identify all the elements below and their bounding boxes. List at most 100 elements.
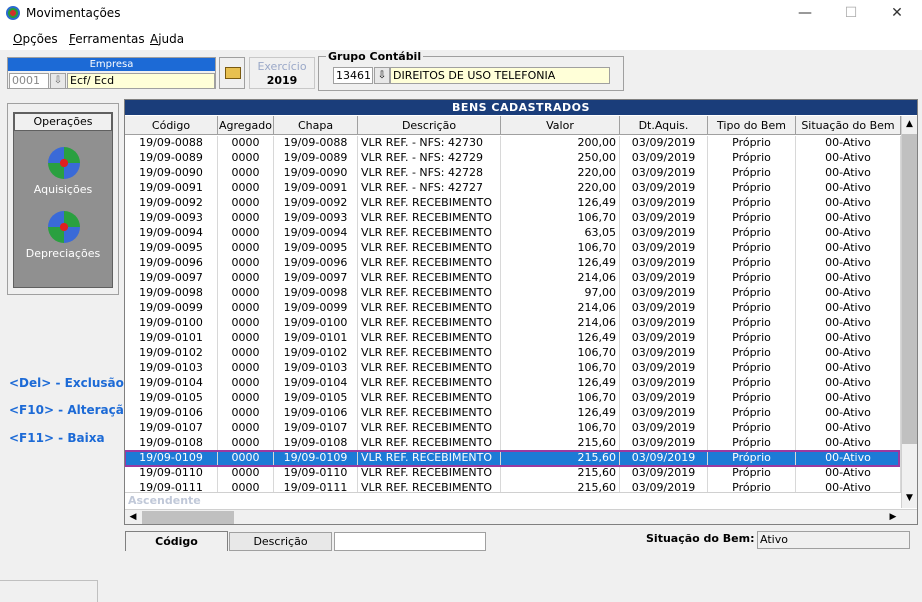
cell-dt-aquis: 03/09/2019 [620,136,708,151]
table-row[interactable]: 19/09-0102 0000 19/09-0102 VLR REF. RECEBIM… [125,346,901,361]
empresa-group: Empresa 0001 ⇩ Ecf/ Ecd [7,57,216,89]
empresa-dropdown-icon[interactable]: ⇩ [50,73,66,89]
table-row[interactable]: 19/09-0095 0000 19/09-0095 VLR REF. RECEBIM… [125,241,901,256]
grupo-dropdown-icon[interactable]: ⇩ [374,67,390,84]
cell-situacao-bem: 00-Ativo [796,316,901,331]
cell-descricao: VLR REF. RECEBIMENTO [358,361,501,376]
grid-header: Código Agregado Chapa Descrição Valor Dt.Aqui… [125,116,901,135]
scroll-up-icon[interactable]: ▲ [902,116,917,133]
app-icon [6,6,20,20]
menu-ferramentas[interactable]: Ferramentas [69,32,145,46]
minimize-button[interactable]: — [782,0,828,28]
cell-agregado: 0000 [218,481,274,492]
scroll-down-icon[interactable]: ▼ [902,490,917,507]
close-button[interactable]: ✕ [874,0,920,28]
table-row[interactable]: 19/09-0103 0000 19/09-0103 VLR REF. RECEBIM… [125,361,901,376]
scroll-right-icon[interactable]: ▶ [885,510,901,524]
horizontal-scrollbar[interactable]: ◀ ▶ [125,509,917,524]
empresa-code-field[interactable]: 0001 [9,73,49,89]
table-row[interactable]: 19/09-0104 0000 19/09-0104 VLR REF. RECEBIM… [125,376,901,391]
cell-valor: 200,00 [501,136,620,151]
menu-ajuda[interactable]: Ajuda [150,32,184,46]
table-row[interactable]: 19/09-0088 0000 19/09-0088 VLR REF. - NFS: … [125,136,901,151]
cell-valor: 63,05 [501,226,620,241]
table-row[interactable]: 19/09-0111 0000 19/09-0111 VLR REF. RECEBIM… [125,481,901,492]
table-row[interactable]: 19/09-0096 0000 19/09-0096 VLR REF. RECEBIM… [125,256,901,271]
cell-valor: 126,49 [501,376,620,391]
table-row[interactable]: 19/09-0093 0000 19/09-0093 VLR REF. RECEBIM… [125,211,901,226]
open-folder-button[interactable] [219,57,245,89]
column-header-agregado[interactable]: Agregado [218,116,274,135]
aquisicoes-button[interactable]: Aquisições [14,147,112,207]
cell-agregado: 0000 [218,211,274,226]
table-row[interactable]: 19/09-0097 0000 19/09-0097 VLR REF. RECEBIM… [125,271,901,286]
cell-descricao: VLR REF. RECEBIMENTO [358,256,501,271]
table-row[interactable]: 19/09-0090 0000 19/09-0090 VLR REF. - NFS: … [125,166,901,181]
cell-dt-aquis: 03/09/2019 [620,271,708,286]
cell-valor: 214,06 [501,271,620,286]
menu-opcoes[interactable]: Opções [13,32,58,46]
cell-tipo-bem: Próprio [708,151,796,166]
column-header-codigo[interactable]: Código [125,116,218,135]
table-row[interactable]: 19/09-0089 0000 19/09-0089 VLR REF. - NFS: … [125,151,901,166]
empresa-name-field[interactable]: Ecf/ Ecd [67,73,215,89]
aquisicoes-icon [48,147,80,179]
cell-tipo-bem: Próprio [708,376,796,391]
search-input[interactable] [334,532,486,551]
vertical-scrollbar[interactable]: ▲ ▼ [901,116,917,508]
cell-situacao-bem: 00-Ativo [796,421,901,436]
column-header-chapa[interactable]: Chapa [274,116,358,135]
table-row[interactable]: 19/09-0094 0000 19/09-0094 VLR REF. RECEBIM… [125,226,901,241]
grupo-name-field[interactable]: DIREITOS DE USO TELEFONIA [390,67,610,84]
cell-valor: 126,49 [501,256,620,271]
cell-descricao: VLR REF. RECEBIMENTO [358,436,501,451]
cell-chapa: 19/09-0097 [274,271,358,286]
table-row[interactable]: 19/09-0101 0000 19/09-0101 VLR REF. RECEBIM… [125,331,901,346]
scroll-left-icon[interactable]: ◀ [125,510,141,524]
column-header-situacao-bem[interactable]: Situação do Bem [796,116,901,135]
cell-codigo: 19/09-0104 [125,376,218,391]
horizontal-scroll-thumb[interactable] [142,511,234,524]
table-row[interactable]: 19/09-0107 0000 19/09-0107 VLR REF. RECEBIM… [125,421,901,436]
vertical-scroll-thumb[interactable] [902,134,917,444]
table-row[interactable]: 19/09-0110 0000 19/09-0110 VLR REF. RECEBIM… [125,466,901,481]
cell-valor: 106,70 [501,346,620,361]
table-row[interactable]: 19/09-0105 0000 19/09-0105 VLR REF. RECEBIM… [125,391,901,406]
table-row[interactable]: 19/09-0099 0000 19/09-0099 VLR REF. RECEBIM… [125,301,901,316]
cell-chapa: 19/09-0105 [274,391,358,406]
operacoes-title[interactable]: Operações [14,113,112,131]
cell-descricao: VLR REF. - NFS: 42728 [358,166,501,181]
cell-tipo-bem: Próprio [708,286,796,301]
table-row[interactable]: 19/09-0109 0000 19/09-0109 VLR REF. RECEBIM… [125,451,901,466]
column-header-tipo-bem[interactable]: Tipo do Bem [708,116,796,135]
table-row[interactable]: 19/09-0091 0000 19/09-0091 VLR REF. - NFS: … [125,181,901,196]
cell-descricao: VLR REF. RECEBIMENTO [358,331,501,346]
column-header-descricao[interactable]: Descrição [358,116,501,135]
table-row[interactable]: 19/09-0098 0000 19/09-0098 VLR REF. RECEBIM… [125,286,901,301]
cell-dt-aquis: 03/09/2019 [620,346,708,361]
cell-dt-aquis: 03/09/2019 [620,286,708,301]
table-row[interactable]: 19/09-0092 0000 19/09-0092 VLR REF. RECEBIM… [125,196,901,211]
cell-valor: 126,49 [501,331,620,346]
tab-descricao[interactable]: Descrição [229,532,332,551]
maximize-button[interactable]: ☐ [828,0,874,28]
tab-codigo[interactable]: Código [125,531,228,551]
shortcut-f11: <F11> - Baixa [9,431,105,445]
cell-dt-aquis: 03/09/2019 [620,376,708,391]
depreciacoes-label: Depreciações [25,247,101,260]
column-header-dt-aquis[interactable]: Dt.Aquis. [620,116,708,135]
menu-bar: Opções Ferramentas Ajuda [0,28,922,50]
cell-descricao: VLR REF. RECEBIMENTO [358,421,501,436]
shortcut-del: <Del> - Exclusão [9,376,124,390]
column-header-valor[interactable]: Valor [501,116,620,135]
grupo-code-field[interactable]: 13461 [333,67,373,84]
table-row[interactable]: 19/09-0108 0000 19/09-0108 VLR REF. RECEBIM… [125,436,901,451]
cell-agregado: 0000 [218,181,274,196]
depreciacoes-button[interactable]: Depreciações [14,211,112,271]
table-row[interactable]: 19/09-0100 0000 19/09-0100 VLR REF. RECEBIM… [125,316,901,331]
table-row[interactable]: 19/09-0106 0000 19/09-0106 VLR REF. RECEBIM… [125,406,901,421]
cell-codigo: 19/09-0105 [125,391,218,406]
cell-chapa: 19/09-0104 [274,376,358,391]
cell-codigo: 19/09-0094 [125,226,218,241]
cell-situacao-bem: 00-Ativo [796,196,901,211]
